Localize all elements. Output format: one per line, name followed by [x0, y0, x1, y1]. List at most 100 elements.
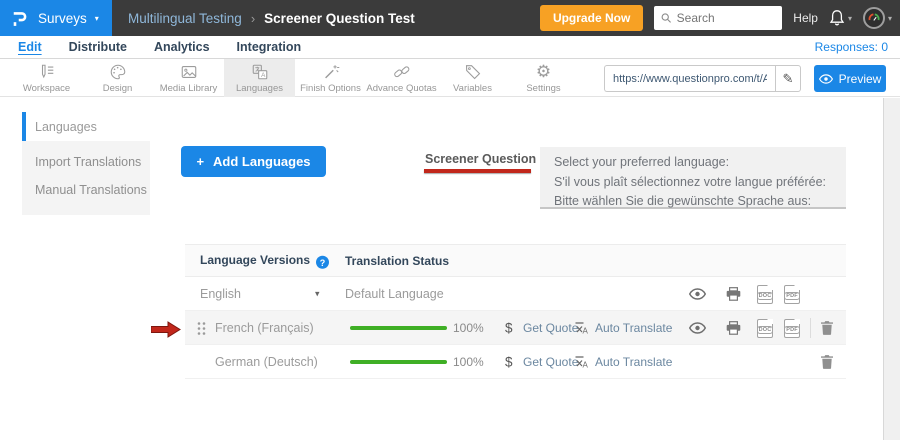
sidebar-item-manual-translations[interactable]: Manual Translations — [22, 176, 150, 204]
eye-icon — [819, 74, 833, 84]
tag-icon — [463, 63, 483, 81]
preview-language-button[interactable] — [683, 277, 711, 311]
questionpro-app: Surveys ▾ Multilingual Testing › Screene… — [0, 0, 900, 440]
tab-distribute[interactable]: Distribute — [69, 40, 127, 54]
add-languages-button[interactable]: + Add Languages — [181, 146, 326, 177]
export-doc-button[interactable]: DOC — [751, 311, 779, 345]
language-name: German (Deutsch) — [215, 355, 318, 369]
printer-icon — [726, 287, 741, 301]
preview-button[interactable]: Preview — [814, 65, 886, 92]
avatar — [863, 7, 885, 29]
export-pdf-button[interactable]: PDF — [778, 311, 806, 345]
print-button[interactable] — [719, 277, 747, 311]
annotation-underline — [424, 169, 531, 173]
doc-file-icon: DOC — [757, 319, 773, 338]
upgrade-now-button[interactable]: Upgrade Now — [540, 5, 643, 31]
tool-settings[interactable]: ⚙ Settings — [508, 59, 579, 97]
tab-integration[interactable]: Integration — [237, 40, 302, 54]
tool-workspace[interactable]: Workspace — [11, 59, 82, 97]
breadcrumb-page-title: Screener Question Test — [264, 11, 415, 26]
export-doc-button[interactable]: DOC — [751, 277, 779, 311]
search-icon — [661, 12, 671, 24]
export-pdf-button[interactable]: PDF — [778, 277, 806, 311]
table-row-english: English ▾ Default Language — [185, 277, 846, 311]
tab-analytics[interactable]: Analytics — [154, 40, 210, 54]
language-dropdown[interactable]: English — [200, 287, 241, 301]
get-quote-link[interactable]: Get Quote — [523, 321, 578, 335]
svg-text:A: A — [583, 361, 589, 370]
actions-divider — [810, 318, 811, 338]
eye-icon — [689, 322, 706, 334]
help-link[interactable]: Help — [793, 11, 818, 25]
language-name: French (Français) — [215, 321, 314, 335]
auto-translate-link[interactable]: Auto Translate — [595, 355, 672, 369]
image-icon — [179, 63, 199, 81]
pdf-file-icon: PDF — [784, 319, 800, 338]
screener-line-fr: S'il vous plaît sélectionnez votre langu… — [554, 173, 832, 193]
page-gutter — [883, 98, 900, 440]
breadcrumb: Multilingual Testing › Screener Question… — [128, 11, 415, 26]
chain-links-icon — [392, 63, 412, 81]
delete-language-button[interactable] — [813, 345, 841, 379]
printer-icon — [726, 321, 741, 335]
tool-advance-quotas[interactable]: Advance Quotas — [366, 59, 437, 97]
doc-file-icon: DOC — [757, 285, 773, 304]
chevron-down-icon: ▾ — [888, 14, 892, 23]
print-button[interactable] — [719, 311, 747, 345]
trash-icon — [821, 355, 833, 369]
notifications-menu[interactable]: ▾ — [829, 9, 852, 27]
search-input[interactable] — [677, 11, 776, 25]
tab-edit[interactable]: Edit — [18, 40, 42, 54]
get-quote-link[interactable]: Get Quote — [523, 355, 578, 369]
progress-percent: 100% — [453, 321, 484, 335]
chevron-down-icon: ▾ — [95, 14, 99, 23]
tool-finish-options[interactable]: Finish Options — [295, 59, 366, 97]
column-language-versions: Language Versions? — [200, 252, 329, 269]
chevron-down-icon[interactable]: ▾ — [315, 288, 320, 299]
tool-variables[interactable]: Variables — [437, 59, 508, 97]
tool-design[interactable]: Design — [82, 59, 153, 97]
help-icon[interactable]: ? — [316, 256, 329, 269]
sidebar-item-languages[interactable]: Languages — [22, 112, 150, 141]
progress-percent: 100% — [453, 355, 484, 369]
pdf-file-icon: PDF — [784, 285, 800, 304]
tool-media-library[interactable]: Media Library — [153, 59, 224, 97]
default-language-label: Default Language — [345, 287, 444, 301]
survey-url-input[interactable] — [604, 65, 775, 92]
top-navbar: Surveys ▾ Multilingual Testing › Screene… — [0, 0, 900, 36]
translate-icon: A — [250, 63, 270, 81]
screener-line-de: Bitte wählen Sie die gewünschte Sprache … — [554, 192, 832, 212]
chevron-down-icon: ▾ — [848, 14, 852, 23]
delete-language-button[interactable] — [813, 311, 841, 345]
bell-icon — [829, 9, 845, 27]
preview-language-button[interactable] — [683, 311, 711, 345]
screener-line-en: Select your preferred language: — [554, 153, 832, 173]
screener-question-box: Select your preferred language: S'il vou… — [540, 147, 846, 209]
edit-toolbar: Workspace Design Media Library — [0, 59, 900, 97]
search-box[interactable] — [654, 6, 782, 30]
table-row-german: German (Deutsch) 100% $ Get Quote A Auto… — [185, 345, 846, 379]
table-header-row: Language Versions? Translation Status — [185, 244, 846, 277]
account-menu[interactable]: ▾ — [863, 7, 892, 29]
tool-languages[interactable]: A Languages — [224, 59, 295, 97]
auto-translate-icon[interactable]: A — [573, 354, 588, 372]
edit-url-button[interactable]: ✎ — [775, 65, 801, 92]
table-row-french: French (Français) 100% $ Get Quote A Aut… — [185, 311, 846, 345]
drag-handle[interactable] — [197, 321, 206, 339]
dollar-icon[interactable]: $ — [505, 354, 513, 369]
trash-icon — [821, 321, 833, 335]
languages-page: Languages Import Translations Manual Tra… — [0, 98, 900, 440]
responses-count[interactable]: Responses: 0 — [815, 40, 900, 54]
auto-translate-icon[interactable]: A — [573, 320, 588, 338]
sidebar-group: Import Translations Manual Translations — [22, 141, 150, 215]
surveys-menu[interactable]: Surveys ▾ — [0, 0, 112, 36]
breadcrumb-survey-name[interactable]: Multilingual Testing — [128, 11, 242, 26]
magic-wand-icon — [321, 63, 341, 81]
auto-translate-link[interactable]: Auto Translate — [595, 321, 672, 335]
dollar-icon[interactable]: $ — [505, 320, 513, 335]
product-name: Surveys — [38, 11, 87, 26]
survey-url-group: ✎ — [604, 65, 801, 92]
questionpro-logo-icon — [10, 8, 30, 28]
palette-icon — [108, 63, 128, 81]
sidebar-item-import-translations[interactable]: Import Translations — [22, 148, 150, 176]
